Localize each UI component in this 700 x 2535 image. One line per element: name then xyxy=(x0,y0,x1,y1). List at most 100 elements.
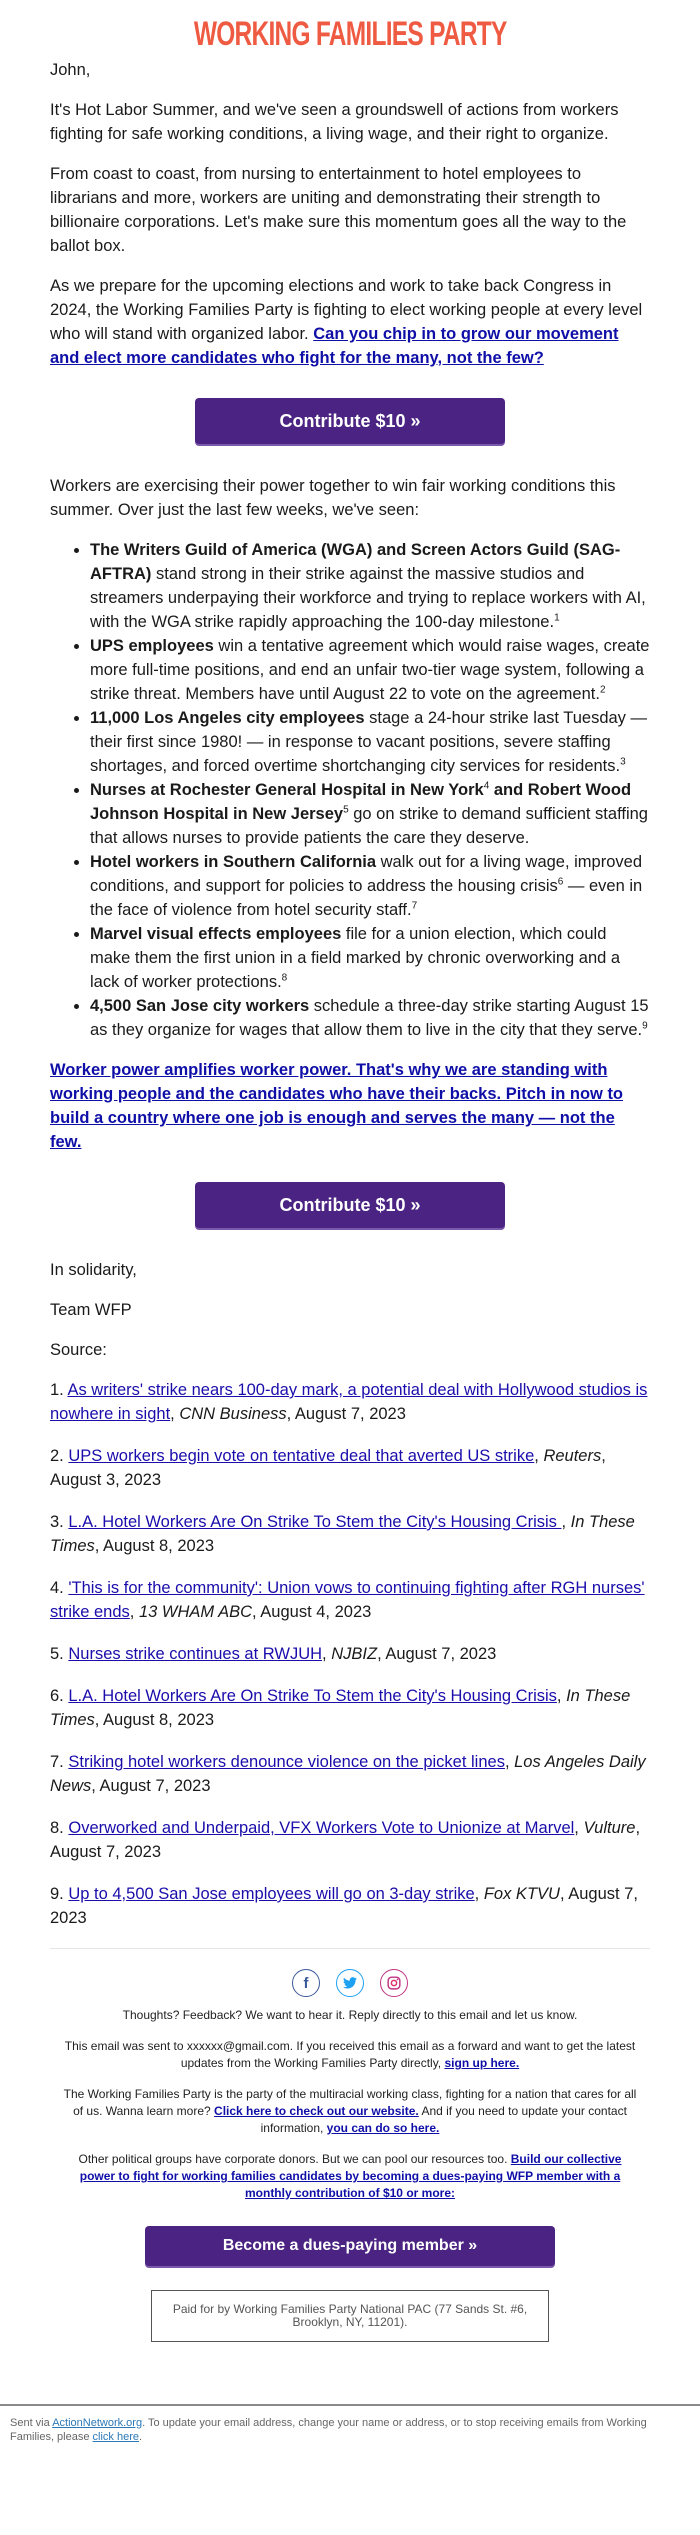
list-item-bold: Marvel visual effects employees xyxy=(90,925,342,943)
intro-paragraph-1: It's Hot Labor Summer, and we've seen a … xyxy=(50,101,619,143)
source-item: 5. Nurses strike continues at RWJUH, NJB… xyxy=(50,1645,497,1663)
footnote-ref: 9 xyxy=(642,1020,648,1032)
source-item: 7. Striking hotel workers denounce viole… xyxy=(50,1753,646,1795)
source-date: , August 7, 2023 xyxy=(377,1645,497,1663)
action-network-link[interactable]: ActionNetwork.org xyxy=(52,2417,142,2429)
source-number: 5. xyxy=(50,1645,69,1663)
signature: Team WFP xyxy=(50,1301,132,1319)
list-item: Marvel visual effects employees file for… xyxy=(90,922,650,994)
about-paragraph: The Working Families Party is the party … xyxy=(60,2086,640,2137)
list-item-bold: Hotel workers in Southern California xyxy=(90,853,377,871)
become-member-button[interactable]: Become a dues-paying member » xyxy=(145,2226,555,2266)
list-item: Hotel workers in Southern California wal… xyxy=(90,850,650,922)
list-item-bold: 4,500 San Jose city workers xyxy=(90,997,310,1015)
list-item-text: stand strong in their strike against the… xyxy=(90,565,646,631)
closing: In solidarity, xyxy=(50,1261,137,1279)
source-date: , August 7, 2023 xyxy=(286,1405,406,1423)
footnote-ref: 8 xyxy=(281,972,288,984)
source-number: 7. xyxy=(50,1753,69,1771)
list-item: 11,000 Los Angeles city employees stage … xyxy=(90,706,650,778)
sent-to-text: This email was sent to xxxxxx@gmail.com.… xyxy=(64,2039,636,2070)
donors-paragraph: Other political groups have corporate do… xyxy=(60,2151,640,2202)
source-outlet: CNN Business xyxy=(179,1405,287,1423)
list-item-bold: Nurses at Rochester General Hospital in … xyxy=(90,781,484,799)
source-link[interactable]: L.A. Hotel Workers Are On Strike To Stem… xyxy=(68,1687,557,1705)
source-item: 9. Up to 4,500 San Jose employees will g… xyxy=(50,1885,638,1927)
source-date: , August 8, 2023 xyxy=(94,1537,215,1555)
footnote-ref: 3 xyxy=(620,756,626,768)
source-item: 2. UPS workers begin vote on tentative d… xyxy=(50,1447,606,1489)
source-number: 2. xyxy=(50,1447,69,1465)
source-label: Source: xyxy=(50,1341,107,1359)
contribute-row-2: Contribute $10 » xyxy=(50,1182,650,1228)
source-item: 1. As writers' strike nears 100-day mark… xyxy=(50,1381,648,1423)
list-item-bold: 11,000 Los Angeles city employees xyxy=(90,709,365,727)
pitch-in-link[interactable]: Worker power amplifies worker power. Tha… xyxy=(50,1061,623,1151)
source-item: 4. 'This is for the community': Union vo… xyxy=(50,1579,645,1621)
source-outlet: NJBIZ xyxy=(331,1645,378,1663)
list-item: The Writers Guild of America (WGA) and S… xyxy=(90,538,650,634)
email-body: WORKING FAMILIES PARTY John, It's Hot La… xyxy=(0,0,700,2484)
greeting: John, xyxy=(50,61,91,79)
source-number: 9. xyxy=(50,1885,69,1903)
source-date: , August 7, 2023 xyxy=(91,1777,211,1795)
footer-divider xyxy=(50,1948,650,1949)
strike-list: The Writers Guild of America (WGA) and S… xyxy=(50,538,650,1042)
unsubscribe-link[interactable]: click here xyxy=(93,2431,139,2443)
update-contact-link[interactable]: you can do so here. xyxy=(327,2121,440,2135)
twitter-icon[interactable] xyxy=(336,1969,364,1997)
feedback-text: Thoughts? Feedback? We want to hear it. … xyxy=(122,2008,578,2022)
workers-intro: Workers are exercising their power toget… xyxy=(50,477,616,519)
source-outlet: Reuters xyxy=(543,1447,602,1465)
social-links: f xyxy=(0,1969,700,1997)
list-item-bold: UPS employees xyxy=(90,637,214,655)
footnote-ref: 1 xyxy=(554,612,560,624)
sent-via-text: Sent via xyxy=(10,2417,53,2429)
source-item: 6. L.A. Hotel Workers Are On Strike To S… xyxy=(50,1687,631,1729)
source-number: 6. xyxy=(50,1687,69,1705)
paid-for-disclaimer: Paid for by Working Families Party Natio… xyxy=(151,2290,549,2342)
instagram-icon[interactable] xyxy=(380,1969,408,1997)
sent-to-paragraph: This email was sent to xxxxxx@gmail.com.… xyxy=(60,2038,640,2072)
source-number: 8. xyxy=(50,1819,69,1837)
website-link[interactable]: Click here to check out our website. xyxy=(214,2104,419,2118)
source-number: 4. xyxy=(50,1579,69,1597)
source-link[interactable]: Overworked and Underpaid, VFX Workers Vo… xyxy=(68,1819,574,1837)
facebook-icon[interactable]: f xyxy=(292,1969,320,1997)
main-content: John, It's Hot Labor Summer, and we've s… xyxy=(0,58,700,1930)
contribute-button[interactable]: Contribute $10 » xyxy=(195,398,505,444)
source-date: , August 8, 2023 xyxy=(94,1711,215,1729)
list-item: 4,500 San Jose city workers schedule a t… xyxy=(90,994,650,1042)
source-number: 3. xyxy=(50,1513,69,1531)
source-link[interactable]: Nurses strike continues at RWJUH xyxy=(68,1645,322,1663)
source-outlet: Vulture xyxy=(583,1819,636,1837)
pitch-paragraph: Worker power amplifies worker power. Tha… xyxy=(50,1058,650,1154)
source-link[interactable]: L.A. Hotel Workers Are On Strike To Stem… xyxy=(68,1513,561,1531)
source-link[interactable]: UPS workers begin vote on tentative deal… xyxy=(68,1447,534,1465)
sources-list: 1. As writers' strike nears 100-day mark… xyxy=(50,1378,650,1930)
source-item: 3. L.A. Hotel Workers Are On Strike To S… xyxy=(50,1513,635,1555)
source-link[interactable]: Up to 4,500 San Jose employees will go o… xyxy=(68,1885,474,1903)
intro-paragraph-2: From coast to coast, from nursing to ent… xyxy=(50,165,627,255)
contribute-button[interactable]: Contribute $10 » xyxy=(195,1182,505,1228)
source-outlet: 13 WHAM ABC xyxy=(138,1603,253,1621)
wfp-logo[interactable]: WORKING FAMILIES PARTY xyxy=(194,14,508,54)
sign-up-link[interactable]: sign up here. xyxy=(444,2056,519,2070)
header: WORKING FAMILIES PARTY xyxy=(0,0,700,58)
footer: Thoughts? Feedback? We want to hear it. … xyxy=(0,2007,700,2202)
period: . xyxy=(139,2431,143,2443)
footnote-ref: 2 xyxy=(599,684,606,696)
source-number: 1. xyxy=(50,1381,68,1399)
donors-text: Other political groups have corporate do… xyxy=(78,2152,511,2166)
source-date: , August 4, 2023 xyxy=(252,1603,372,1621)
footnote-ref: 7 xyxy=(411,900,418,912)
unsubscribe-footer: Sent via ActionNetwork.org. To update yo… xyxy=(0,2406,700,2484)
contribute-row-1: Contribute $10 » xyxy=(50,398,650,444)
source-item: 8. Overworked and Underpaid, VFX Workers… xyxy=(50,1819,641,1861)
source-outlet: Fox KTVU xyxy=(483,1885,560,1903)
member-row: Become a dues-paying member » xyxy=(0,2226,700,2266)
list-item: UPS employees win a tentative agreement … xyxy=(90,634,650,706)
source-link[interactable]: Striking hotel workers denounce violence… xyxy=(68,1753,505,1771)
ask-paragraph: As we prepare for the upcoming elections… xyxy=(50,274,650,370)
list-item: Nurses at Rochester General Hospital in … xyxy=(90,778,650,850)
